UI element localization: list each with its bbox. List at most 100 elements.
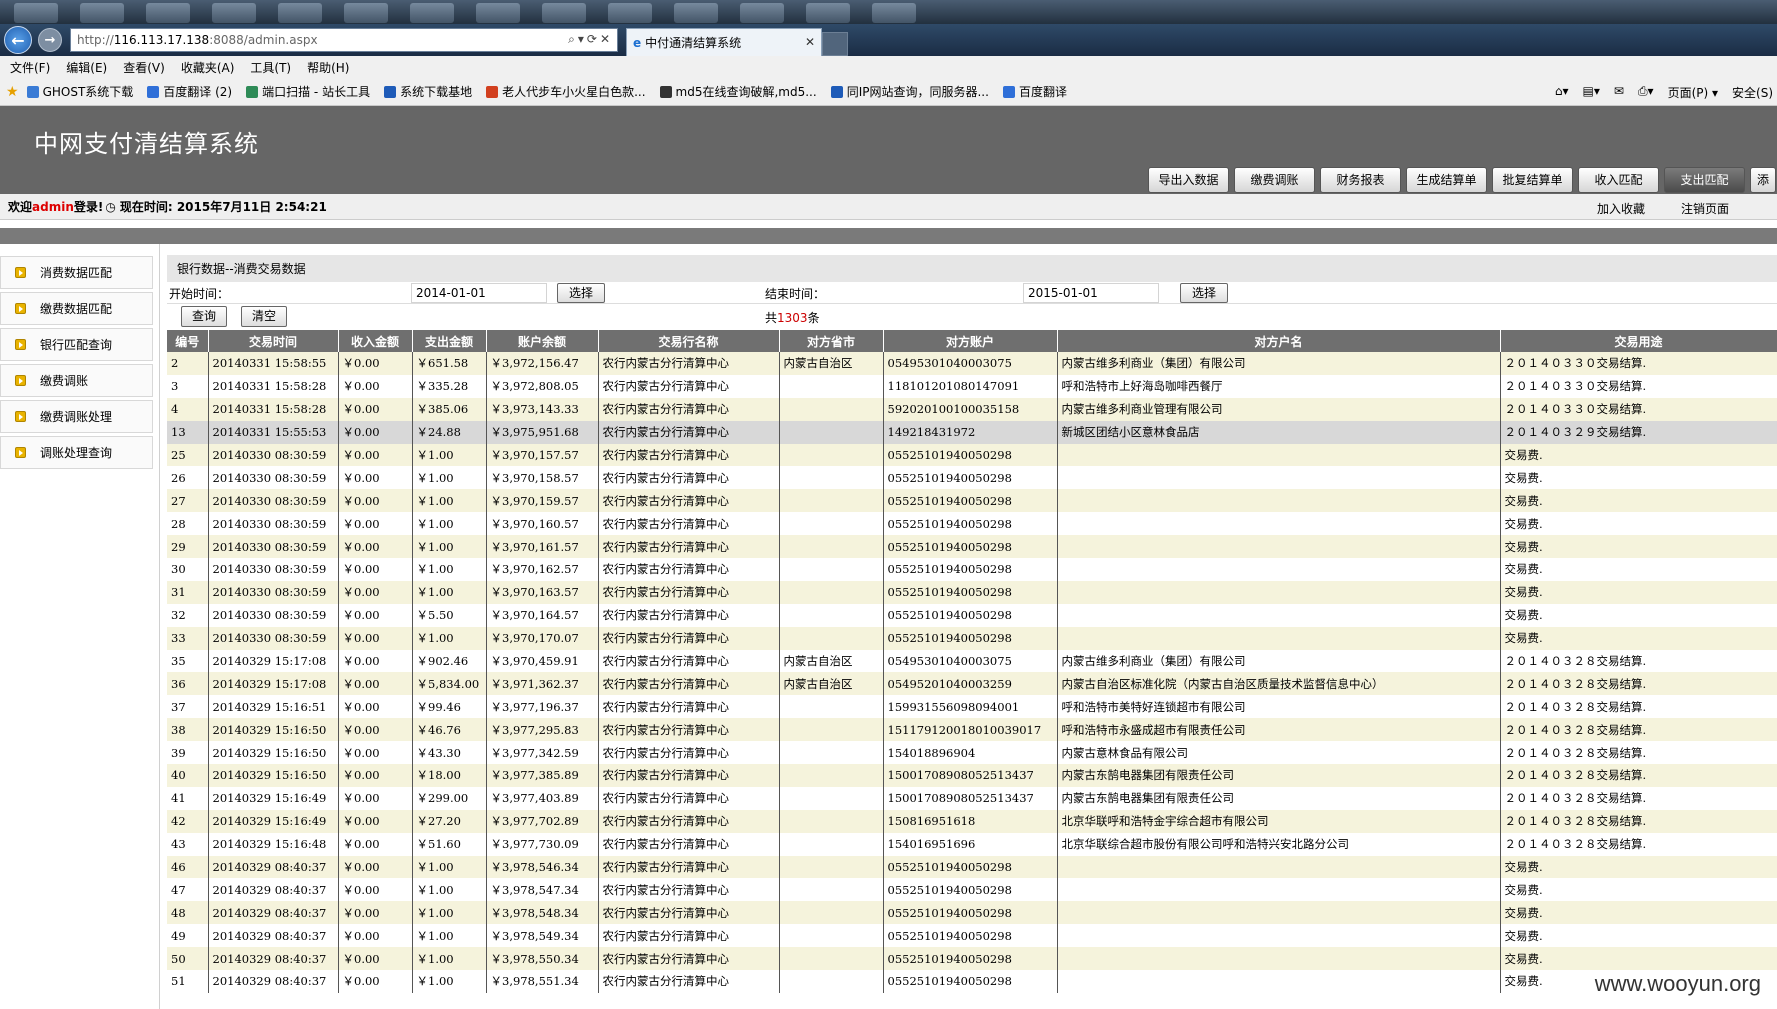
table-row[interactable]: 47 20140329 08:40:37 ￥0.00 ￥1.00 ￥3,978,547.… [167, 878, 1777, 902]
favorite-link[interactable]: 端口扫描 - 站长工具 [246, 83, 370, 100]
menu-item[interactable]: 收藏夹(A) [181, 59, 235, 76]
table-row[interactable]: 41 20140329 15:16:49 ￥0.00 ￥299.00 ￥3,977,40… [167, 786, 1777, 810]
taskbar-app-icon[interactable] [806, 3, 850, 23]
menu-item[interactable]: 工具(T) [250, 59, 291, 76]
column-header[interactable]: 编号 [167, 330, 209, 352]
mail-icon[interactable]: ✉ [1614, 84, 1624, 101]
page-menu[interactable]: 页面(P) ▾ [1668, 84, 1718, 101]
table-row[interactable]: 40 20140329 15:16:50 ￥0.00 ￥18.00 ￥3,977,385… [167, 764, 1777, 787]
table-row[interactable]: 25 20140330 08:30:59 ￥0.00 ￥1.00 ￥3,970,157.… [167, 443, 1777, 467]
nav-button[interactable]: 添 [1750, 167, 1776, 193]
taskbar-app-icon[interactable] [542, 3, 586, 23]
column-header[interactable]: 对方户名 [1057, 330, 1501, 352]
taskbar-app-icon[interactable] [608, 3, 652, 23]
table-row[interactable]: 49 20140329 08:40:37 ￥0.00 ￥1.00 ￥3,978,549.… [167, 924, 1777, 948]
taskbar-app-icon[interactable] [344, 3, 388, 23]
table-row[interactable]: 4 20140331 15:58:28 ￥0.00 ￥385.06 ￥3,973,143… [167, 397, 1777, 421]
clear-button[interactable]: 清空 [241, 306, 287, 327]
table-row[interactable]: 50 20140329 08:40:37 ￥0.00 ￥1.00 ￥3,978,550.… [167, 947, 1777, 971]
column-header[interactable]: 交易行名称 [598, 330, 780, 352]
table-row[interactable]: 30 20140330 08:30:59 ￥0.00 ￥1.00 ￥3,970,162.… [167, 558, 1777, 581]
query-button[interactable]: 查询 [181, 306, 227, 327]
column-header[interactable]: 支出金额 [412, 330, 487, 352]
menu-item[interactable]: 查看(V) [123, 59, 165, 76]
taskbar-app-icon[interactable] [872, 3, 916, 23]
table-row[interactable]: 39 20140329 15:16:50 ￥0.00 ￥43.30 ￥3,977,342… [167, 741, 1777, 765]
table-row[interactable]: 37 20140329 15:16:51 ￥0.00 ￥99.46 ￥3,977,196… [167, 695, 1777, 719]
table-row[interactable]: 3 20140331 15:58:28 ￥0.00 ￥335.28 ￥3,972,808… [167, 374, 1777, 398]
sidebar-item[interactable]: 缴费调账 [0, 364, 153, 397]
sidebar-item[interactable]: 缴费数据匹配 [0, 292, 153, 325]
menu-item[interactable]: 文件(F) [10, 59, 50, 76]
sidebar-item[interactable]: 银行匹配查询 [0, 328, 153, 361]
taskbar-app-icon[interactable] [674, 3, 718, 23]
column-header[interactable]: 账户余额 [486, 330, 599, 352]
nav-button[interactable]: 批复结算单 [1492, 167, 1573, 193]
taskbar-app-icon[interactable] [410, 3, 454, 23]
new-tab-button[interactable] [822, 32, 848, 56]
nav-button[interactable]: 财务报表 [1320, 167, 1401, 193]
table-row[interactable]: 13 20140331 15:55:53 ￥0.00 ￥24.88 ￥3,975,951… [167, 420, 1777, 444]
favorite-link[interactable]: 百度翻译 [1002, 83, 1067, 100]
table-row[interactable]: 48 20140329 08:40:37 ￥0.00 ￥1.00 ￥3,978,548.… [167, 901, 1777, 925]
start-pick-button[interactable]: 选择 [557, 283, 605, 303]
add-favorite-link[interactable]: 加入收藏 [1597, 200, 1645, 217]
home-icon[interactable]: ⌂▾ [1555, 84, 1569, 101]
address-tools-icon[interactable]: ⌕▾⟳✕ [568, 32, 613, 47]
column-header[interactable]: 交易时间 [208, 330, 339, 352]
sidebar-item[interactable]: 消费数据匹配 [0, 256, 153, 289]
favorite-link[interactable]: md5在线查询破解,md5... [659, 83, 817, 100]
taskbar-app-icon[interactable] [278, 3, 322, 23]
table-row[interactable]: 51 20140329 08:40:37 ￥0.00 ￥1.00 ￥3,978,551.… [167, 970, 1777, 993]
table-row[interactable]: 32 20140330 08:30:59 ￥0.00 ￥5.50 ￥3,970,164.… [167, 603, 1777, 627]
browser-tab[interactable]: e 中付通清结算系统 ✕ [626, 28, 822, 56]
table-row[interactable]: 42 20140329 15:16:49 ￥0.00 ￥27.20 ￥3,977,702… [167, 809, 1777, 833]
table-row[interactable]: 29 20140330 08:30:59 ￥0.00 ￥1.00 ￥3,970,161.… [167, 535, 1777, 559]
logout-link[interactable]: 注销页面 [1681, 200, 1729, 217]
taskbar-app-icon[interactable] [80, 3, 124, 23]
print-icon[interactable]: ⎙▾ [1638, 84, 1654, 101]
table-row[interactable]: 33 20140330 08:30:59 ￥0.00 ￥1.00 ￥3,970,170.… [167, 626, 1777, 650]
end-pick-button[interactable]: 选择 [1180, 283, 1228, 303]
end-date-input[interactable] [1023, 283, 1159, 303]
back-arrow-icon[interactable]: ← [4, 26, 32, 54]
close-tab-icon[interactable]: ✕ [805, 35, 815, 49]
table-row[interactable]: 28 20140330 08:30:59 ￥0.00 ￥1.00 ￥3,970,160.… [167, 512, 1777, 536]
taskbar-app-icon[interactable] [476, 3, 520, 23]
table-row[interactable]: 36 20140329 15:17:08 ￥0.00 ￥5,834.00 ￥3,971,… [167, 672, 1777, 696]
taskbar-app-icon[interactable] [740, 3, 784, 23]
taskbar-app-icon[interactable] [14, 3, 58, 23]
table-row[interactable]: 26 20140330 08:30:59 ￥0.00 ￥1.00 ￥3,970,158.… [167, 466, 1777, 490]
table-row[interactable]: 46 20140329 08:40:37 ￥0.00 ￥1.00 ￥3,978,546.… [167, 855, 1777, 879]
column-header[interactable]: 对方省市 [779, 330, 884, 352]
taskbar-app-icon[interactable] [212, 3, 256, 23]
favorites-star-icon[interactable]: ★ [6, 84, 19, 100]
sidebar-item[interactable]: 缴费调账处理 [0, 400, 153, 433]
nav-button[interactable]: 缴费调账 [1234, 167, 1315, 193]
table-row[interactable]: 38 20140329 15:16:50 ￥0.00 ￥46.76 ￥3,977,295… [167, 718, 1777, 742]
start-date-input[interactable] [411, 283, 547, 303]
table-row[interactable]: 35 20140329 15:17:08 ￥0.00 ￥902.46 ￥3,970,45… [167, 649, 1777, 673]
menu-item[interactable]: 编辑(E) [66, 59, 107, 76]
favorite-link[interactable]: 同IP网站查询，同服务器... [830, 83, 989, 100]
nav-button[interactable]: 收入匹配 [1578, 167, 1659, 193]
column-header[interactable]: 对方账户 [883, 330, 1058, 352]
favorite-link[interactable]: 系统下载基地 [384, 83, 472, 100]
favorite-link[interactable]: 百度翻译 (2) [147, 83, 232, 100]
taskbar-app-icon[interactable] [146, 3, 190, 23]
table-row[interactable]: 31 20140330 08:30:59 ￥0.00 ￥1.00 ￥3,970,163.… [167, 580, 1777, 604]
sidebar-item[interactable]: 调账处理查询 [0, 436, 153, 469]
forward-arrow-icon[interactable]: → [38, 28, 62, 52]
address-bar[interactable]: http://116.113.17.138:8088/admin.aspx ⌕▾… [70, 28, 618, 52]
table-row[interactable]: 43 20140329 15:16:48 ￥0.00 ￥51.60 ￥3,977,730… [167, 832, 1777, 856]
favorite-link[interactable]: 老人代步车小火星白色款... [486, 83, 646, 100]
nav-button[interactable]: 生成结算单 [1406, 167, 1487, 193]
feed-icon[interactable]: ▤▾ [1583, 84, 1600, 101]
column-header[interactable]: 收入金额 [338, 330, 413, 352]
table-row[interactable]: 27 20140330 08:30:59 ￥0.00 ￥1.00 ￥3,970,159.… [167, 489, 1777, 513]
nav-button[interactable]: 支出匹配 [1664, 167, 1745, 193]
table-row[interactable]: 2 20140331 15:58:55 ￥0.00 ￥651.58 ￥3,972,156… [167, 352, 1777, 375]
column-header[interactable]: 交易用途 [1500, 330, 1777, 352]
nav-button[interactable]: 导出入数据 [1148, 167, 1229, 193]
favorite-link[interactable]: GHOST系统下载 [26, 83, 133, 100]
